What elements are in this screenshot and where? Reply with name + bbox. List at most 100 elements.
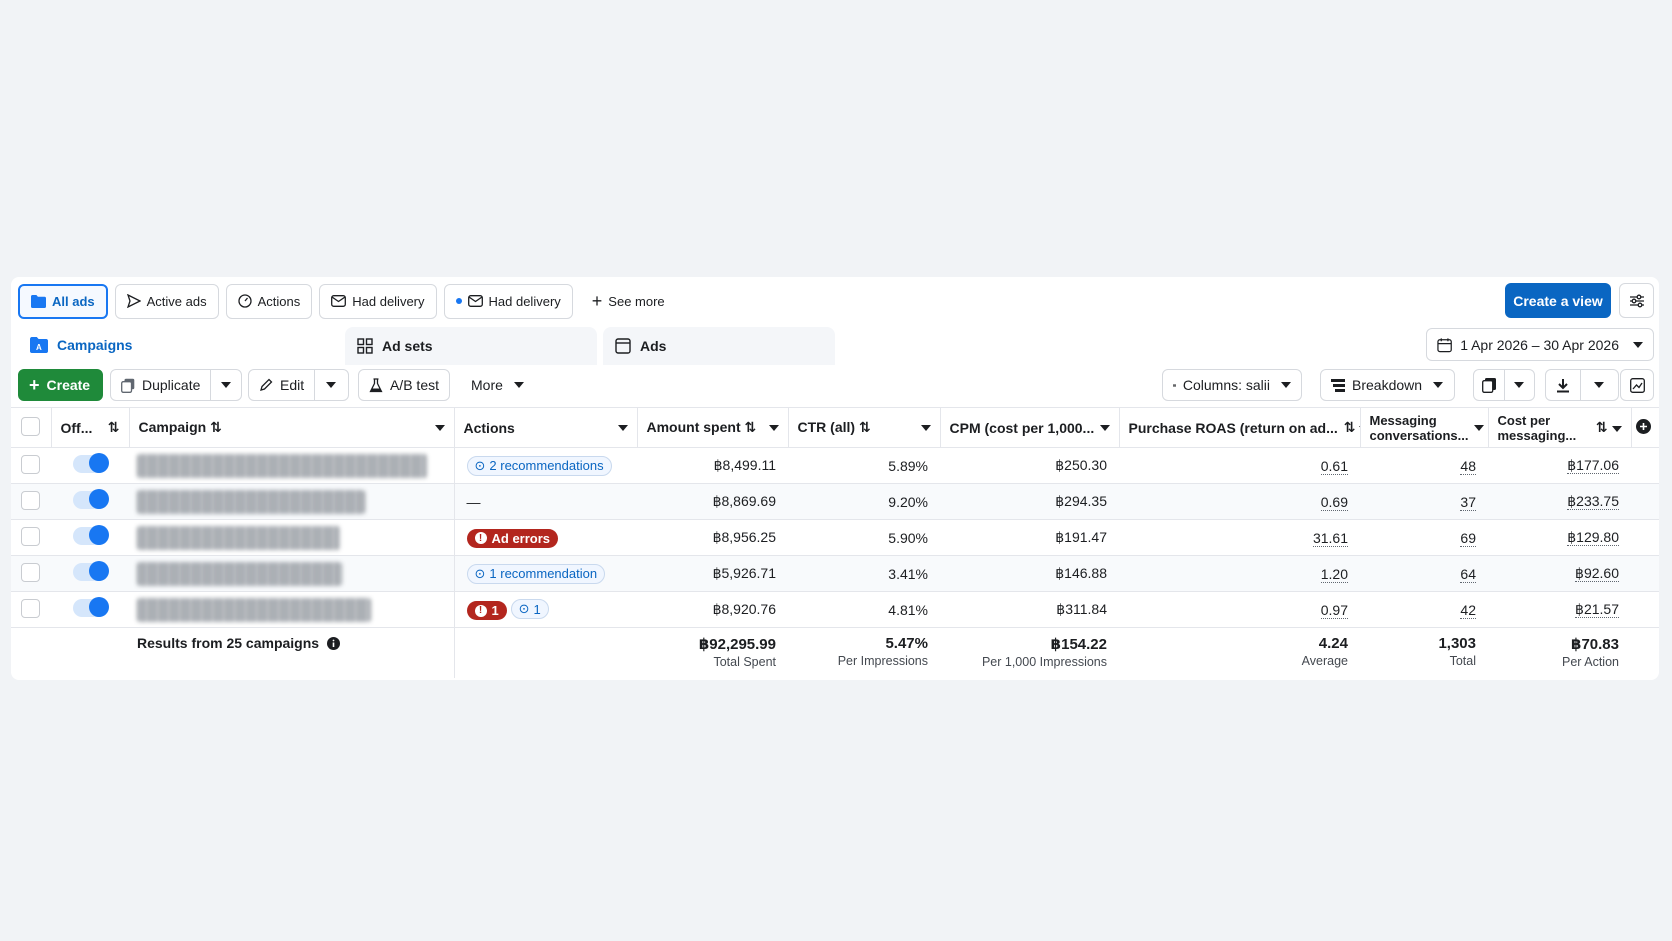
sort-icon: ⇅ [1595, 419, 1608, 435]
roas-cell[interactable]: 0.61 [1320, 457, 1348, 475]
export-button[interactable] [1546, 370, 1581, 400]
cpm-cell: ฿250.30 [940, 447, 1119, 484]
col-label: Actions [463, 419, 515, 436]
date-range-text: 1 Apr 2026 – 30 Apr 2026 [1460, 336, 1619, 353]
campaign-name-redacted[interactable] [137, 489, 365, 514]
campaign-name-redacted[interactable] [137, 525, 340, 550]
select-all-checkbox[interactable] [21, 416, 40, 436]
reports-button[interactable] [1474, 370, 1505, 400]
col-cost-per-messaging[interactable]: Cost per messaging... ⇅ [1488, 407, 1632, 448]
tab-ads[interactable]: Ads [603, 327, 835, 365]
more-button[interactable]: More [460, 369, 535, 401]
cpm-cell: ฿191.47 [940, 519, 1119, 556]
export-dropdown[interactable] [1581, 370, 1617, 400]
view-chips: All ads Active ads Actions Had delivery … [18, 283, 677, 319]
col-campaign[interactable]: Campaign ⇅ [129, 407, 455, 448]
columns-button[interactable]: Columns: salii [1162, 369, 1302, 401]
ab-test-button[interactable]: A/B test [358, 369, 450, 401]
messaging-cell[interactable]: 37 [1460, 493, 1476, 511]
col-actions[interactable]: Actions [454, 407, 638, 448]
col-ctr[interactable]: CTR (all) ⇅ [788, 407, 941, 448]
create-button[interactable]: + Create [18, 369, 103, 401]
col-amount-spent[interactable]: Amount spent ⇅ [637, 407, 789, 448]
view-actions[interactable]: Actions [225, 283, 313, 319]
error-count-badge[interactable]: ! 1 [466, 601, 507, 620]
table-row[interactable]: ! Ad errors ฿8,956.25 5.90% ฿191.47 31.61… [11, 519, 1659, 556]
table-row[interactable]: ⊙ 1 recommendation ฿5,926.71 3.41% ฿146.8… [11, 555, 1659, 592]
campaign-name-redacted[interactable] [137, 597, 371, 622]
svg-text:A: A [36, 343, 42, 352]
col-cpm[interactable]: CPM (cost per 1,000... [940, 407, 1120, 448]
row-checkbox[interactable] [21, 490, 40, 510]
campaign-toggle[interactable] [73, 525, 109, 545]
row-checkbox[interactable] [21, 454, 40, 474]
plus-icon: + [591, 291, 603, 311]
col-messaging[interactable]: Messaging conversations... [1360, 407, 1489, 448]
col-label: Off... [60, 419, 93, 436]
envelope-icon [467, 295, 483, 307]
recommendations-count-badge[interactable]: ⊙ 1 [510, 599, 549, 619]
select-all-cell [11, 407, 52, 448]
cost-per-messaging-cell[interactable]: ฿21.57 [1575, 601, 1619, 618]
messaging-cell[interactable]: 42 [1460, 601, 1476, 619]
view-label: All ads [52, 293, 95, 309]
info-icon[interactable] [326, 637, 340, 650]
tab-label: Ads [640, 338, 667, 354]
cost-per-messaging-cell[interactable]: ฿92.60 [1575, 565, 1619, 582]
cost-per-messaging-cell[interactable]: ฿129.80 [1567, 529, 1619, 546]
campaign-name-redacted[interactable] [137, 561, 342, 586]
recommendations-badge[interactable]: ⊙ 2 recommendations [466, 455, 612, 476]
campaign-toggle[interactable] [73, 561, 109, 581]
view-had-delivery-2[interactable]: Had delivery [443, 283, 573, 319]
chevron-down-icon [768, 424, 779, 431]
edit-label: Edit [280, 377, 305, 393]
table-row[interactable]: ! 1 ⊙ 1 ฿8,920.76 4.81% ฿311.84 0.97 42 ฿2… [11, 591, 1659, 628]
duplicate-button[interactable]: Duplicate [111, 370, 212, 400]
reports-dropdown[interactable] [1505, 370, 1533, 400]
tab-campaigns[interactable]: A Campaigns [18, 327, 340, 365]
recommendations-badge[interactable]: ⊙ 1 recommendation [466, 563, 606, 584]
view-all-ads[interactable]: All ads [18, 283, 108, 319]
badge-label: 1 recommendation [489, 566, 598, 581]
cost-per-messaging-cell[interactable]: ฿177.06 [1567, 457, 1619, 474]
breakdown-label: Breakdown [1352, 377, 1423, 393]
view-had-delivery[interactable]: Had delivery [319, 283, 437, 319]
chart-toggle-button[interactable] [1620, 369, 1654, 401]
table-row[interactable]: — ฿8,869.69 9.20% ฿294.35 0.69 37 ฿233.7… [11, 483, 1659, 520]
ad-errors-badge[interactable]: ! Ad errors [466, 528, 559, 548]
tab-ad-sets[interactable]: Ad sets [345, 327, 597, 365]
row-checkbox[interactable] [21, 562, 40, 582]
col-off[interactable]: Off... ⇅ [51, 407, 130, 448]
sort-icon: ⇅ [858, 419, 871, 435]
edit-dropdown[interactable] [315, 370, 347, 400]
see-more-views[interactable]: + See more [580, 284, 677, 319]
campaign-toggle[interactable] [73, 597, 109, 617]
add-column-icon[interactable] [1635, 418, 1651, 434]
roas-cell[interactable]: 0.97 [1320, 601, 1348, 619]
roas-cell[interactable]: 0.69 [1320, 493, 1348, 511]
col-label: CPM (cost per 1,000... [949, 419, 1095, 436]
date-range-picker[interactable]: 1 Apr 2026 – 30 Apr 2026 [1426, 328, 1654, 361]
roas-cell[interactable]: 1.20 [1320, 565, 1348, 583]
messaging-cell[interactable]: 48 [1460, 457, 1476, 475]
folder-icon [31, 294, 46, 308]
view-active-ads[interactable]: Active ads [114, 283, 219, 319]
cost-per-messaging-cell[interactable]: ฿233.75 [1567, 493, 1619, 510]
campaign-toggle[interactable] [73, 489, 109, 509]
table-row[interactable]: ⊙ 2 recommendations ฿8,499.11 5.89% ฿250.… [11, 447, 1659, 484]
campaign-toggle[interactable] [73, 453, 109, 473]
row-checkbox[interactable] [21, 526, 40, 546]
row-checkbox[interactable] [21, 598, 40, 618]
view-label: Actions [257, 293, 301, 309]
create-view-button[interactable]: Create a view [1505, 283, 1611, 318]
edit-button[interactable]: Edit [249, 370, 316, 400]
campaign-name-redacted[interactable] [137, 453, 427, 478]
messaging-cell[interactable]: 64 [1460, 565, 1476, 583]
col-label: messaging... [1497, 427, 1577, 443]
col-roas[interactable]: Purchase ROAS (return on ad... ⇅ [1119, 407, 1361, 448]
messaging-cell[interactable]: 69 [1460, 529, 1476, 547]
breakdown-button[interactable]: Breakdown [1320, 369, 1455, 401]
view-settings-button[interactable] [1619, 283, 1654, 318]
duplicate-dropdown[interactable] [211, 370, 241, 400]
roas-cell[interactable]: 31.61 [1312, 529, 1348, 547]
